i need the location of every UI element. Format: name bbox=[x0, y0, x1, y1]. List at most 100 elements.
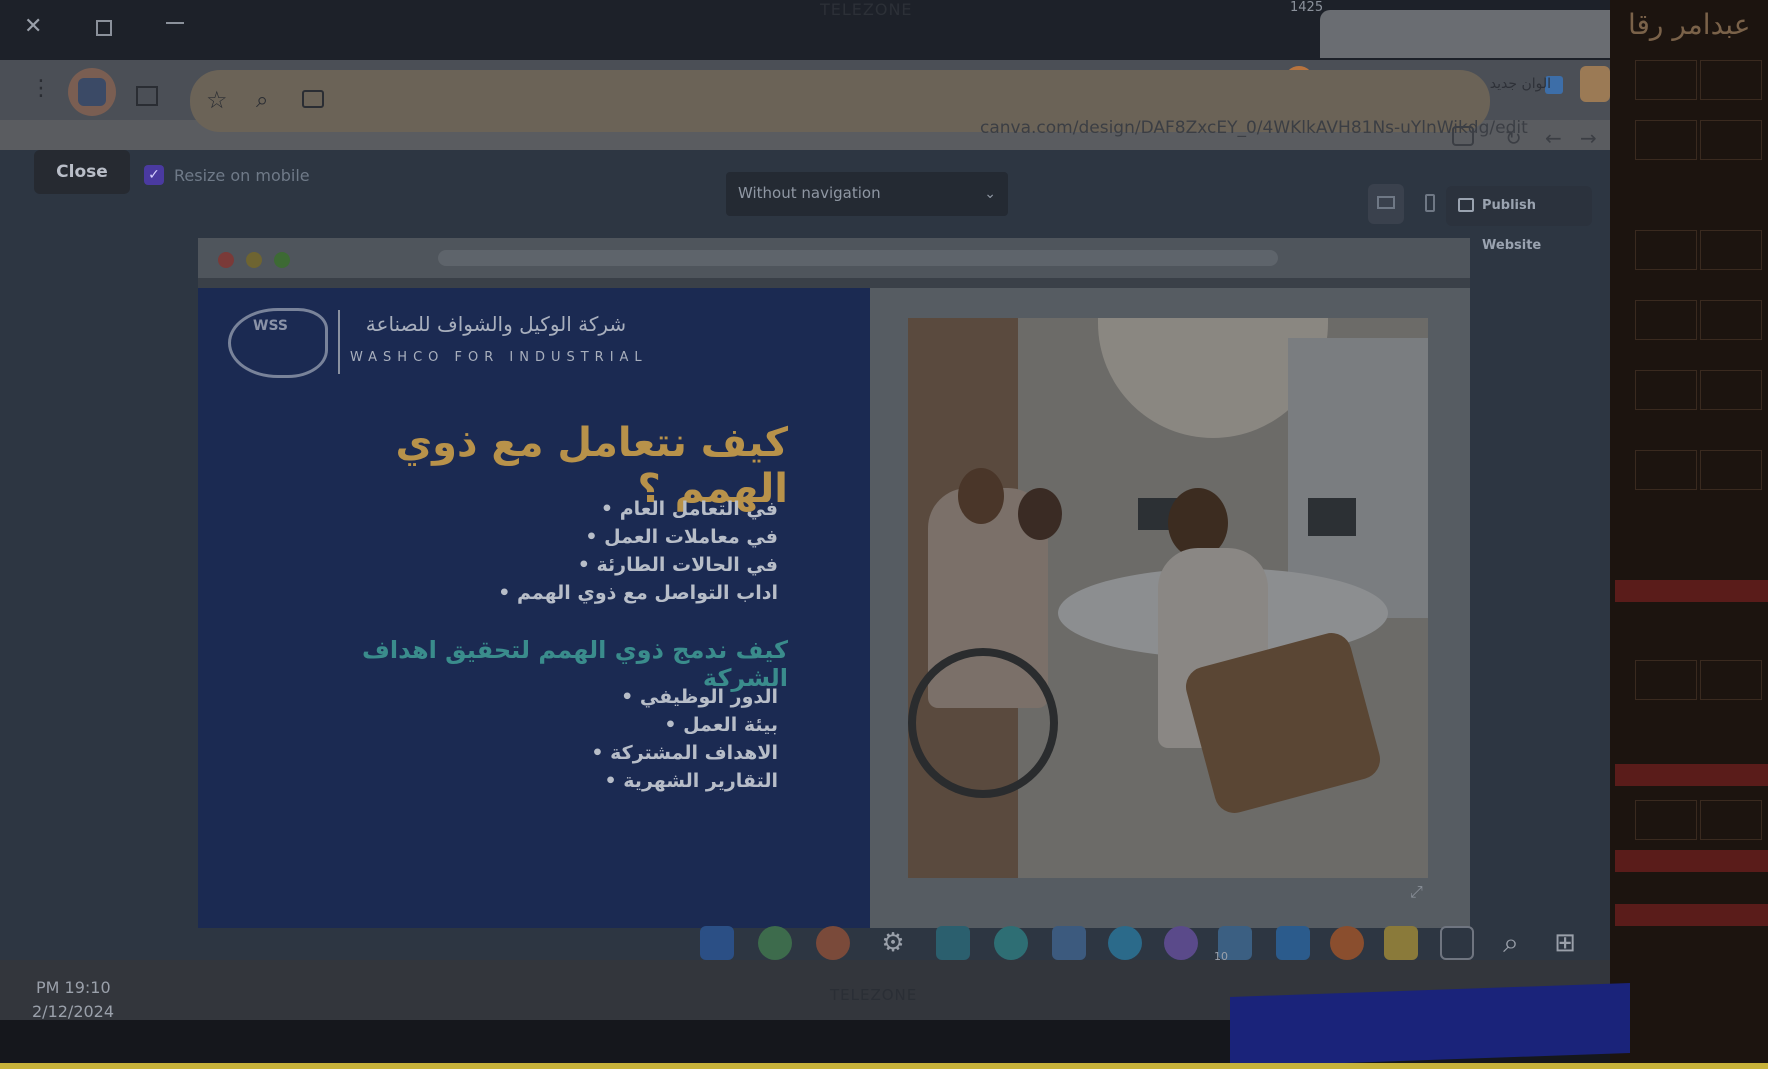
list-item: بيئة العمل • bbox=[664, 714, 778, 736]
star-icon[interactable]: ☆ bbox=[206, 86, 228, 114]
background-cell bbox=[1700, 120, 1762, 160]
snipping-tool-icon[interactable] bbox=[1052, 926, 1086, 960]
kebab-menu-icon[interactable]: ⋮ bbox=[30, 76, 52, 101]
zoom-icon[interactable]: ⌕ bbox=[256, 88, 268, 113]
file-explorer-icon[interactable] bbox=[1384, 926, 1418, 960]
monitor-2 bbox=[1308, 498, 1356, 536]
chevron-down-icon: ⌄ bbox=[984, 186, 996, 202]
background-cell bbox=[1700, 60, 1762, 100]
search-icon[interactable]: ⌕ bbox=[1494, 926, 1528, 960]
side-panel-icon[interactable] bbox=[136, 86, 158, 106]
resize-on-mobile-label[interactable]: Resize on mobile bbox=[174, 166, 310, 185]
background-cell bbox=[1635, 300, 1697, 340]
logo-divider bbox=[338, 310, 340, 374]
window-restore-icon[interactable] bbox=[96, 20, 112, 36]
photos-icon[interactable] bbox=[758, 926, 792, 960]
taskbar-time[interactable]: PM 19:10 bbox=[36, 978, 111, 997]
people-icon[interactable] bbox=[994, 926, 1028, 960]
tab-search-button[interactable] bbox=[1580, 66, 1610, 102]
second-monitor-edge bbox=[1230, 983, 1630, 1067]
list-item: في الحالات الطارئة • bbox=[577, 554, 778, 576]
background-cell bbox=[1700, 230, 1762, 270]
top-counter: 1425 bbox=[1290, 0, 1324, 15]
windows-start-icon[interactable]: ⊞ bbox=[1548, 926, 1582, 960]
cast-icon[interactable] bbox=[302, 90, 324, 108]
list-item: التقارير الشهرية • bbox=[604, 770, 778, 792]
monitor-brand-top: TELEZONE bbox=[820, 0, 913, 19]
forward-icon[interactable]: → bbox=[1580, 126, 1597, 150]
office-meeting-photo bbox=[908, 318, 1428, 878]
monitor-brand-bottom: TELEZONE bbox=[830, 986, 918, 1004]
background-cell bbox=[1700, 370, 1762, 410]
background-red-bar bbox=[1615, 904, 1768, 926]
screen: ✕ ﺍﻟﻮﺍﻥ ﺟﺪﻳﺪ - Website ✕ + ⋮ ☆ ⌕ canva.c… bbox=[0, 0, 1620, 1021]
background-cell bbox=[1635, 450, 1697, 490]
background-cell bbox=[1635, 800, 1697, 840]
company-name-arabic: شركة الوكيل والشواف للصناعة bbox=[365, 312, 627, 336]
background-cell bbox=[1700, 660, 1762, 700]
background-cell bbox=[1635, 60, 1697, 100]
navigation-select[interactable]: Without navigation ⌄ bbox=[726, 172, 1008, 216]
background-red-bar bbox=[1615, 580, 1768, 602]
edge-icon[interactable] bbox=[1108, 926, 1142, 960]
wheelchair-wheel bbox=[908, 648, 1058, 798]
close-dot-icon bbox=[218, 252, 234, 268]
background-red-bar bbox=[1615, 764, 1768, 786]
firefox-icon[interactable] bbox=[1330, 926, 1364, 960]
background-cell bbox=[1635, 660, 1697, 700]
slide-photo-panel: ⤢ bbox=[870, 288, 1470, 928]
background-cell bbox=[1635, 120, 1697, 160]
background-cell bbox=[1700, 300, 1762, 340]
preview-titlebar bbox=[198, 238, 1470, 278]
active-tab[interactable] bbox=[1320, 10, 1620, 58]
person-woman-head bbox=[1018, 488, 1062, 540]
reload-icon[interactable]: ↻ bbox=[1505, 126, 1522, 150]
list-item: اداب التواصل مع ذوي الهمم • bbox=[498, 582, 778, 604]
taskbar-date[interactable]: 2/12/2024 bbox=[32, 1002, 114, 1021]
publish-icon bbox=[1458, 198, 1474, 212]
settings-icon[interactable]: ⚙ bbox=[876, 926, 910, 960]
background-red-bar bbox=[1615, 850, 1768, 872]
store-icon[interactable] bbox=[1276, 926, 1310, 960]
publish-website-label: Publish Website bbox=[1482, 198, 1542, 253]
copilot-icon[interactable] bbox=[1164, 926, 1198, 960]
maximize-dot-icon bbox=[274, 252, 290, 268]
list-item: في التعامل العام • bbox=[600, 498, 778, 520]
bottom-yellow-strip bbox=[0, 1063, 1768, 1069]
calculator-icon[interactable] bbox=[936, 926, 970, 960]
list-item: الاهداف المشتركة • bbox=[591, 742, 778, 764]
mobile-icon bbox=[1425, 194, 1435, 212]
slide-heading-2: كيف ندمج ذوي الهمم لتحقيق اهداف الشركة bbox=[361, 636, 788, 692]
window-close-icon[interactable]: ✕ bbox=[24, 14, 42, 39]
list-item: الدور الوظيفي • bbox=[621, 686, 778, 708]
task-view-icon[interactable] bbox=[1440, 926, 1474, 960]
profile-icon bbox=[78, 78, 106, 106]
navigation-select-value: Without navigation bbox=[738, 184, 881, 202]
background-cell bbox=[1635, 370, 1697, 410]
profile-button[interactable] bbox=[68, 68, 116, 116]
url-text[interactable]: canva.com/design/DAF8ZxcEY_0/4WKlkAVH81N… bbox=[980, 118, 1528, 138]
site-settings-icon[interactable] bbox=[1452, 126, 1474, 146]
background-cell bbox=[1700, 450, 1762, 490]
monitor-frame: ✕ ﺍﻟﻮﺍﻥ ﺟﺪﻳﺪ - Website ✕ + ⋮ ☆ ⌕ canva.c… bbox=[0, 0, 1640, 1069]
logo-text: WSS bbox=[253, 318, 288, 334]
publish-website-button[interactable]: Publish Website bbox=[1446, 186, 1592, 253]
background-cell bbox=[1700, 800, 1762, 840]
word-icon[interactable] bbox=[700, 926, 734, 960]
background-cell bbox=[1635, 230, 1697, 270]
mail-badge: 10 bbox=[1214, 950, 1228, 963]
resize-on-mobile-checkbox[interactable]: ✓ bbox=[144, 165, 164, 185]
close-button[interactable]: Close bbox=[34, 150, 130, 194]
mobile-view-button[interactable] bbox=[1412, 184, 1448, 224]
minimize-dot-icon bbox=[246, 252, 262, 268]
person-man-head bbox=[958, 468, 1004, 524]
slide-text-panel: WSS شركة الوكيل والشواف للصناعة WASHCO F… bbox=[198, 288, 870, 928]
website-preview-window: WSS شركة الوكيل والشواف للصناعة WASHCO F… bbox=[198, 238, 1470, 928]
desktop-view-button[interactable] bbox=[1368, 184, 1404, 224]
expand-icon[interactable]: ⤢ bbox=[1410, 882, 1423, 902]
preview-url-bar bbox=[438, 250, 1278, 266]
window-minimize-icon[interactable] bbox=[166, 22, 184, 24]
list-item: في معاملات العمل • bbox=[585, 526, 778, 548]
chrome-icon[interactable] bbox=[816, 926, 850, 960]
back-icon[interactable]: ← bbox=[1545, 126, 1562, 150]
